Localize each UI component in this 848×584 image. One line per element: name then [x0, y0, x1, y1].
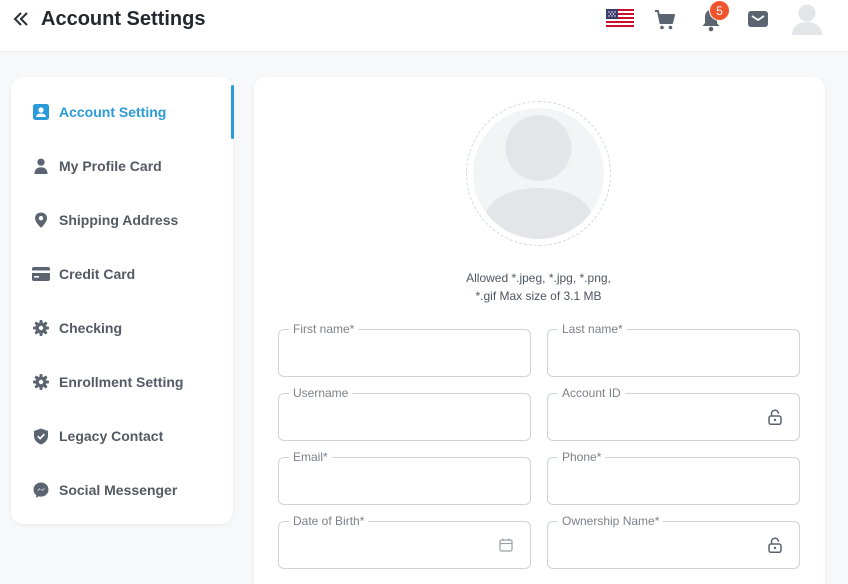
sidebar-item-enrollment-setting[interactable]: Enrollment Setting	[11, 355, 235, 409]
lock-icon	[767, 409, 783, 425]
username-input[interactable]	[293, 408, 493, 430]
field-label: Phone*	[558, 451, 606, 464]
upload-hint: Allowed *.jpeg, *.jpg, *.png, *.gif Max …	[430, 269, 647, 305]
phone-field: Phone*	[547, 451, 800, 505]
sidebar-item-shipping-address[interactable]: Shipping Address	[11, 193, 235, 247]
top-header: Account Settings 5	[0, 0, 848, 52]
sidebar-item-label: Enrollment Setting	[59, 374, 184, 390]
sidebar-item-label: Legacy Contact	[59, 428, 164, 444]
lock-icon	[767, 537, 783, 553]
double-chevron-left-icon	[13, 12, 28, 26]
language-selector[interactable]	[605, 8, 634, 29]
phone-input[interactable]	[562, 472, 762, 494]
username-field: Username	[278, 387, 531, 441]
page-title: Account Settings	[41, 8, 206, 30]
cart-icon	[655, 10, 675, 30]
shield-check-icon	[32, 427, 50, 445]
sidebar-item-label: My Profile Card	[59, 158, 162, 174]
gear-icon	[32, 319, 50, 337]
sidebar-item-checking[interactable]: Checking	[11, 301, 235, 355]
credit-card-icon	[32, 265, 50, 283]
sidebar-item-my-profile-card[interactable]: My Profile Card	[11, 139, 235, 193]
sidebar-item-account-setting[interactable]: Account Setting	[11, 85, 235, 139]
sidebar-item-label: Shipping Address	[59, 212, 179, 228]
email-field: Email*	[278, 451, 531, 505]
last-name-field: Last name*	[547, 323, 800, 377]
location-pin-icon	[32, 211, 50, 229]
field-label: Email*	[289, 451, 332, 464]
calendar-icon[interactable]	[498, 537, 514, 553]
notification-badge: 5	[709, 0, 730, 21]
sidebar-item-label: Checking	[59, 320, 123, 336]
email-input[interactable]	[293, 472, 493, 494]
mail-icon	[748, 11, 768, 27]
sidebar-item-label: Account Setting	[59, 104, 167, 120]
date-of-birth-field: Date of Birth*	[278, 515, 531, 569]
profile-photo-upload[interactable]	[466, 101, 611, 246]
sidebar-item-credit-card[interactable]: Credit Card	[11, 247, 235, 301]
account-id-input[interactable]	[562, 408, 762, 430]
sidebar-item-legacy-contact[interactable]: Legacy Contact	[11, 409, 235, 463]
account-box-icon	[32, 103, 50, 121]
messenger-icon	[32, 481, 50, 499]
cart-button[interactable]	[652, 7, 678, 33]
field-label: Account ID	[558, 387, 625, 400]
sidebar-item-label: Credit Card	[59, 266, 136, 282]
active-indicator	[231, 85, 234, 139]
ownership-name-input[interactable]	[562, 536, 762, 558]
field-label: Date of Birth*	[289, 515, 369, 528]
settings-sidebar: Account Setting My Profile Card Shipping…	[11, 77, 233, 524]
field-label: Username	[289, 387, 353, 400]
profile-photo-placeholder	[473, 108, 604, 239]
upload-hint-line: *.gif Max size of 3.1 MB	[475, 289, 602, 303]
messages-button[interactable]	[746, 7, 770, 31]
back-button[interactable]	[10, 8, 32, 30]
sidebar-item-social-messenger[interactable]: Social Messenger	[11, 463, 235, 517]
field-label: Last name*	[558, 323, 627, 336]
person-icon	[32, 157, 50, 175]
ownership-name-field: Ownership Name*	[547, 515, 800, 569]
last-name-input[interactable]	[562, 344, 762, 366]
field-label: First name*	[289, 323, 359, 336]
first-name-field: First name*	[278, 323, 531, 377]
us-flag-icon	[605, 8, 634, 29]
field-label: Ownership Name*	[558, 515, 664, 528]
first-name-input[interactable]	[293, 344, 493, 366]
account-id-field: Account ID	[547, 387, 800, 441]
user-avatar-icon	[792, 4, 822, 35]
user-menu-button[interactable]	[789, 2, 825, 38]
user-avatar-icon	[485, 115, 592, 239]
gear-icon	[32, 373, 50, 391]
date-of-birth-input[interactable]	[293, 536, 493, 558]
upload-hint-line: Allowed *.jpeg, *.jpg, *.png,	[466, 271, 611, 285]
sidebar-item-label: Social Messenger	[59, 482, 178, 498]
